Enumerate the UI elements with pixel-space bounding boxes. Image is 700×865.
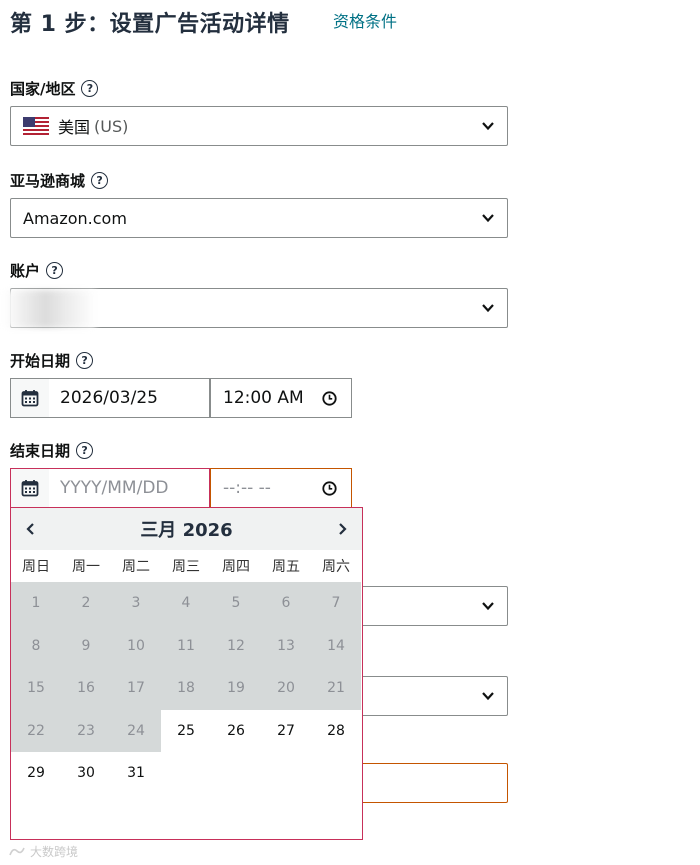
calendar-day-disabled: 7 (311, 582, 361, 625)
chevron-down-icon (482, 214, 494, 223)
help-icon[interactable]: ? (46, 262, 64, 279)
calendar-day-disabled: 17 (111, 667, 161, 710)
calendar-day[interactable]: 26 (211, 709, 261, 752)
end-calendar-button[interactable] (10, 468, 50, 508)
watermark-logo-icon (9, 847, 25, 855)
chevron-right-icon (339, 523, 347, 535)
page-title: 第 1 步：设置广告活动详情 (10, 12, 290, 37)
calendar-day-disabled: 1 (11, 582, 61, 625)
chevron-left-icon (26, 523, 34, 535)
country-label: 国家/地区 ? (10, 78, 99, 99)
redacted-account (4, 290, 96, 328)
end-date-label-text: 结束日期 (10, 442, 71, 460)
weekday-label: 周五 (272, 559, 300, 575)
calendar-day-disabled: 20 (261, 667, 311, 710)
calendar-day-disabled: 5 (211, 582, 261, 625)
calendar-day-disabled: 16 (61, 667, 111, 710)
calendar-day-disabled: 11 (161, 624, 211, 667)
start-calendar-button[interactable] (10, 378, 50, 418)
marketplace-select[interactable]: Amazon.com (10, 198, 508, 238)
marketplace-value: Amazon.com (23, 208, 127, 228)
start-date-label: 开始日期 ? (10, 350, 94, 371)
us-flag-icon (23, 117, 49, 135)
calendar-day-disabled: 3 (111, 582, 161, 625)
calendar-day[interactable]: 27 (261, 709, 311, 752)
calendar-day-disabled: 22 (11, 709, 61, 752)
help-icon[interactable]: ? (76, 352, 94, 369)
start-time-value: 12:00 AM (223, 388, 304, 408)
marketplace-label-text: 亚马逊商城 (10, 172, 86, 190)
weekday-label: 周一 (72, 559, 100, 575)
calendar-month-label: 三月 2026 (140, 520, 233, 541)
end-date-label: 结束日期 ? (10, 440, 94, 461)
eligibility-link[interactable]: 资格条件 (333, 8, 397, 32)
calendar-icon (21, 480, 39, 497)
clock-icon (322, 481, 337, 496)
weekday-label: 周日 (22, 559, 50, 575)
prev-month-button[interactable] (20, 518, 42, 540)
calendar-day[interactable]: 25 (161, 709, 211, 752)
calendar-day-disabled: 18 (161, 667, 211, 710)
calendar-day-disabled: 21 (311, 667, 361, 710)
clock-icon (322, 391, 337, 406)
calendar-day-disabled: 12 (211, 624, 261, 667)
calendar-day[interactable]: 28 (311, 709, 361, 752)
calendar-day[interactable]: 31 (111, 752, 161, 795)
calendar-day-disabled: 8 (11, 624, 61, 667)
calendar-day-disabled: 10 (111, 624, 161, 667)
chevron-down-icon (482, 602, 494, 611)
country-label-text: 国家/地区 (10, 80, 76, 98)
chevron-down-icon (482, 304, 494, 313)
calendar-popup: 三月 2026 周日 周一 周二 周三 周四 周五 周六 1 2 3 4 5 6 7 8 9 10 11 12 13… (10, 507, 363, 840)
calendar-day[interactable]: 30 (61, 752, 111, 795)
start-date-input[interactable]: 2026/03/25 (49, 378, 210, 418)
help-icon[interactable]: ? (91, 172, 109, 189)
marketplace-label: 亚马逊商城 ? (10, 170, 109, 191)
weekday-label: 周四 (222, 559, 250, 575)
calendar-day-disabled: 13 (261, 624, 311, 667)
help-icon[interactable]: ? (76, 442, 94, 459)
end-date-input[interactable]: YYYY/MM/DD (49, 468, 210, 508)
chevron-down-icon (482, 122, 494, 131)
watermark-text: 大数跨境 (30, 845, 79, 859)
country-select[interactable]: 美国 (US) (10, 106, 508, 146)
calendar-weekday-row: 周日 周一 周二 周三 周四 周五 周六 (11, 550, 362, 582)
calendar-day-disabled: 19 (211, 667, 261, 710)
weekday-label: 周三 (172, 559, 200, 575)
end-time-placeholder: --:-- -- (223, 478, 271, 498)
account-label: 账户 ? (10, 260, 64, 281)
country-code: (US) (94, 116, 129, 136)
help-icon[interactable]: ? (81, 80, 99, 97)
weekday-label: 周六 (322, 559, 350, 575)
weekday-label: 周二 (122, 559, 150, 575)
calendar-days-grid: 1 2 3 4 5 6 7 8 9 10 11 12 13 14 15 16 17 18 19 20 21 22 23 24 2… (11, 582, 362, 795)
account-label-text: 账户 (10, 262, 41, 280)
end-date-placeholder: YYYY/MM/DD (60, 478, 169, 498)
calendar-day-disabled: 24 (111, 709, 161, 752)
calendar-day-disabled: 6 (261, 582, 311, 625)
calendar-icon (21, 390, 39, 407)
country-name: 美国 (58, 118, 91, 137)
calendar-header: 三月 2026 (11, 508, 362, 550)
calendar-day-disabled: 14 (311, 624, 361, 667)
start-date-label-text: 开始日期 (10, 352, 71, 370)
calendar-day-disabled: 4 (161, 582, 211, 625)
next-month-button[interactable] (331, 518, 353, 540)
calendar-day-disabled: 15 (11, 667, 61, 710)
calendar-day-disabled: 23 (61, 709, 111, 752)
end-time-input[interactable]: --:-- -- (210, 468, 352, 508)
calendar-day-disabled: 9 (61, 624, 111, 667)
start-time-input[interactable]: 12:00 AM (210, 378, 352, 418)
chevron-down-icon (482, 692, 494, 701)
calendar-day[interactable]: 29 (11, 752, 61, 795)
calendar-day-disabled: 2 (61, 582, 111, 625)
watermark: 大数跨境 (8, 843, 78, 860)
start-date-value: 2026/03/25 (60, 388, 158, 408)
